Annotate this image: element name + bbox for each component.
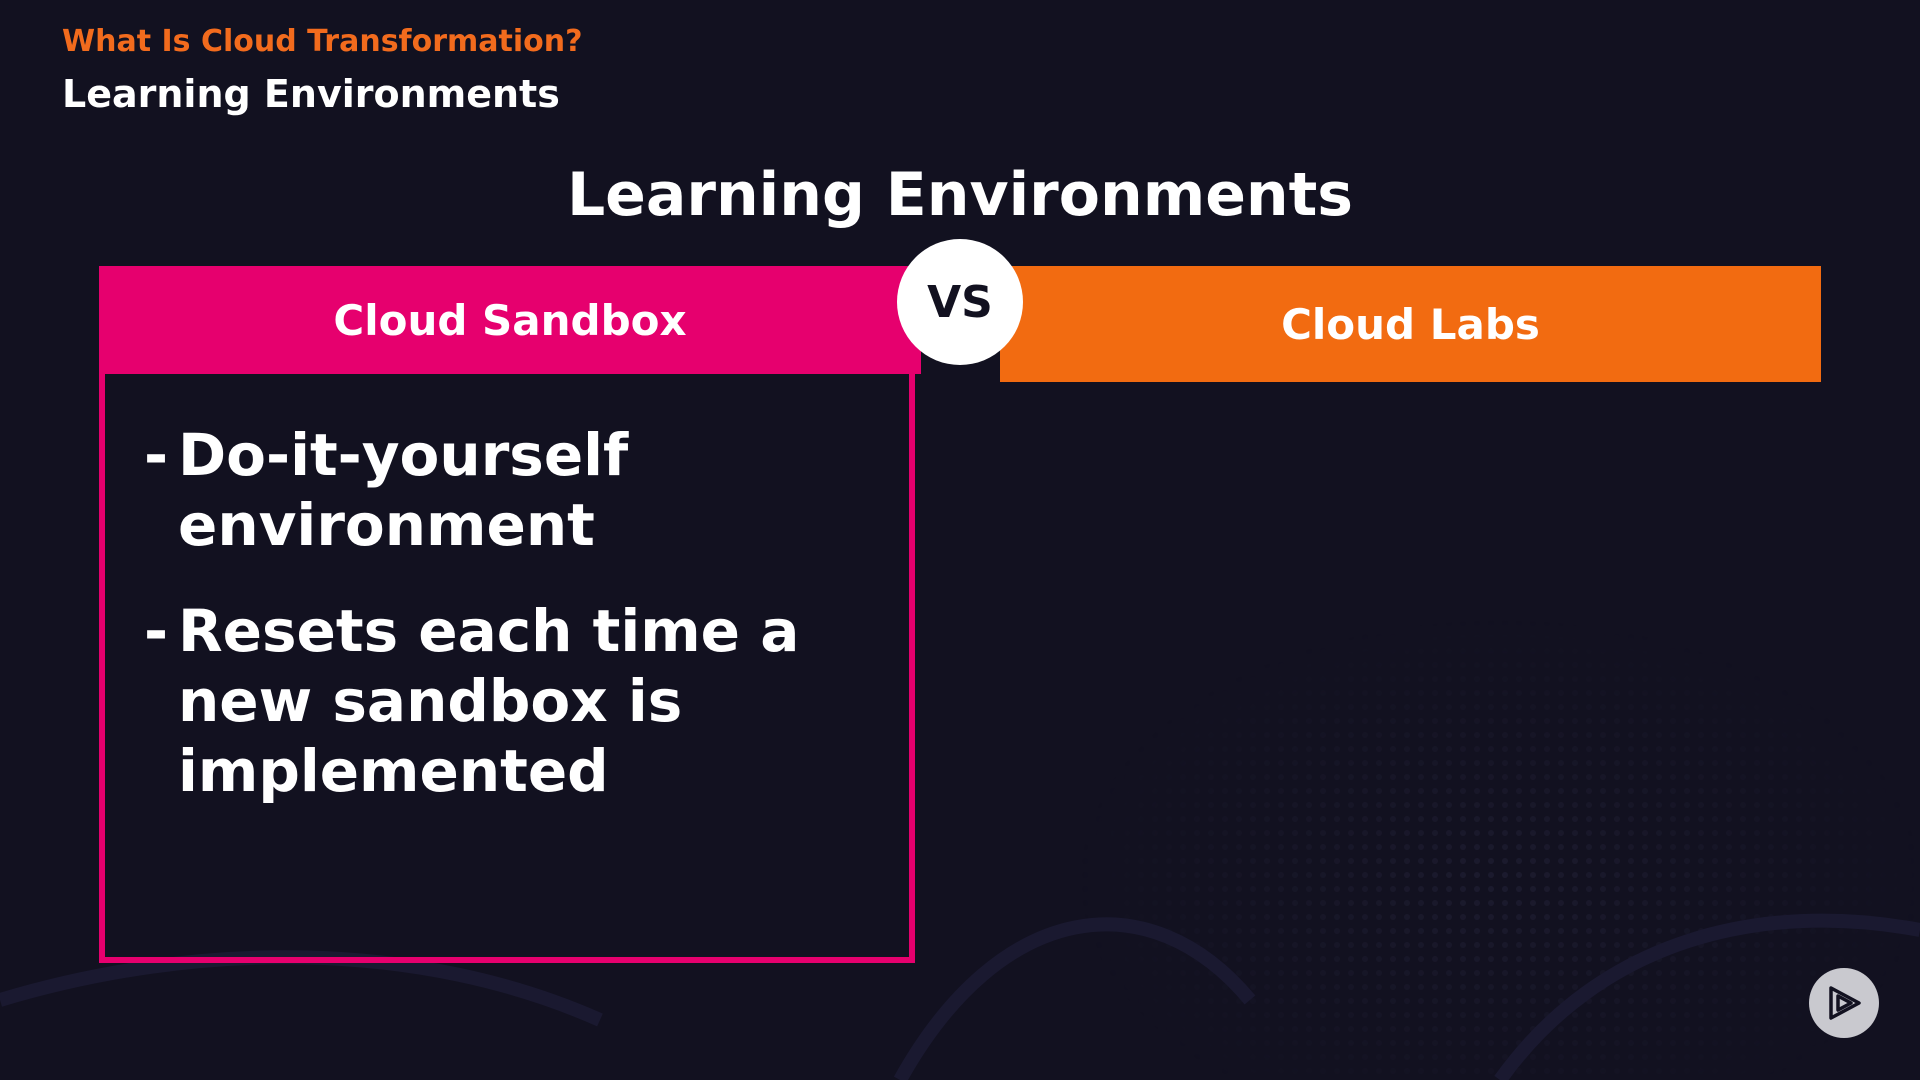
- bullet-text: Do-it-yourself environment: [178, 421, 629, 559]
- cloud-labs-title: Cloud Labs: [1281, 299, 1540, 349]
- bullet-text: Resets each time a new sandbox is implem…: [178, 597, 800, 805]
- bullet-dash: -: [144, 597, 169, 665]
- cloud-sandbox-bullets: - Do-it-yourself environment - Resets ea…: [144, 420, 884, 842]
- play-logo-icon: [1829, 986, 1861, 1020]
- slide: What Is Cloud Transformation? Learning E…: [0, 0, 1920, 1080]
- cloud-sandbox-title: Cloud Sandbox: [333, 295, 687, 345]
- course-title: What Is Cloud Transformation?: [62, 24, 583, 59]
- bullet-dash: -: [144, 421, 169, 489]
- bullet-item: - Resets each time a new sandbox is impl…: [144, 596, 884, 806]
- bullet-item: - Do-it-yourself environment: [144, 420, 884, 560]
- cloud-sandbox-header: Cloud Sandbox: [99, 266, 921, 374]
- vs-label: VS: [927, 276, 993, 328]
- vs-badge: VS: [897, 239, 1023, 365]
- cloud-labs-header: Cloud Labs: [1000, 266, 1821, 382]
- slide-heading: Learning Environments: [566, 160, 1354, 230]
- module-title: Learning Environments: [62, 72, 560, 116]
- play-logo-button[interactable]: [1809, 968, 1879, 1038]
